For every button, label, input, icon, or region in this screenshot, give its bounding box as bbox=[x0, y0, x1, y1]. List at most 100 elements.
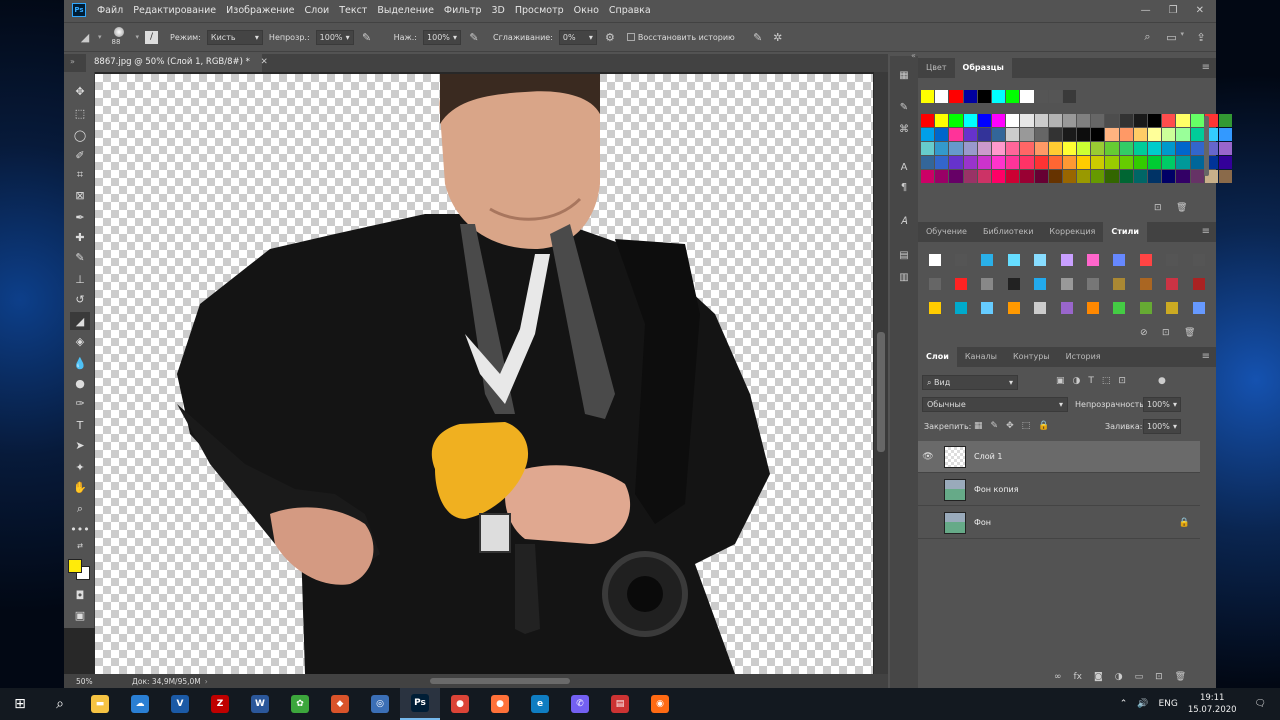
swatch[interactable] bbox=[949, 142, 963, 155]
swatch[interactable] bbox=[991, 170, 1006, 183]
menu-item-view[interactable]: Просмотр bbox=[510, 5, 569, 16]
dodge-tool-icon[interactable]: ● bbox=[70, 374, 90, 392]
style-preset[interactable] bbox=[1080, 272, 1105, 295]
swatch[interactable] bbox=[963, 128, 977, 141]
swatch[interactable] bbox=[1148, 142, 1162, 155]
document-canvas[interactable] bbox=[95, 74, 873, 674]
filter-smart-object-icon[interactable]: ⊡ bbox=[1118, 376, 1126, 386]
menu-item-type[interactable]: Текст bbox=[334, 5, 372, 16]
horizontal-scroll-thumb[interactable] bbox=[430, 678, 570, 684]
swatch[interactable] bbox=[1190, 128, 1204, 141]
filter-toggle-icon[interactable]: ● bbox=[1158, 376, 1166, 386]
swatch[interactable] bbox=[1119, 142, 1133, 155]
pen-tool-icon[interactable]: ✑ bbox=[70, 394, 90, 412]
lock-artboard-icon[interactable]: ⬚ bbox=[1022, 421, 1031, 431]
swatch[interactable] bbox=[1119, 170, 1133, 183]
panel-menu-icon[interactable]: ≡ bbox=[1202, 351, 1210, 362]
swatch[interactable] bbox=[935, 114, 949, 127]
swatch[interactable] bbox=[1062, 128, 1077, 141]
swatch[interactable] bbox=[1105, 170, 1119, 183]
collapse-icon[interactable]: « bbox=[911, 51, 916, 60]
taskbar-app-viber[interactable]: ✆ bbox=[560, 688, 600, 720]
chevron-down-icon[interactable]: ▾ bbox=[98, 33, 102, 41]
new-layer-icon[interactable]: ⊡ bbox=[1155, 672, 1163, 682]
swatch[interactable] bbox=[1048, 128, 1062, 141]
style-preset[interactable] bbox=[1107, 248, 1132, 271]
swatch[interactable] bbox=[977, 142, 991, 155]
taskbar-app-word[interactable]: W bbox=[240, 688, 280, 720]
style-preset[interactable] bbox=[1001, 248, 1026, 271]
filter-shape-icon[interactable]: ⬚ bbox=[1102, 376, 1111, 386]
swatch[interactable] bbox=[1176, 142, 1190, 155]
swatch[interactable] bbox=[1077, 156, 1091, 169]
layer-row[interactable]: Фон копия bbox=[918, 474, 1200, 506]
paint-bucket-tool-icon[interactable]: ◈ bbox=[70, 332, 90, 350]
swatch[interactable] bbox=[1020, 90, 1034, 103]
quick-select-tool-icon[interactable]: ✐ bbox=[70, 146, 90, 164]
swatch[interactable] bbox=[1062, 114, 1077, 127]
style-preset[interactable] bbox=[1054, 296, 1079, 319]
swatch[interactable] bbox=[1105, 114, 1119, 127]
swatch[interactable] bbox=[1190, 156, 1204, 169]
start-button[interactable]: ⊞ bbox=[0, 688, 40, 720]
close-tab-icon[interactable]: ✕ bbox=[261, 57, 268, 67]
filter-pixel-icon[interactable]: ▣ bbox=[1056, 376, 1065, 386]
swatch[interactable] bbox=[1048, 114, 1062, 127]
swatch[interactable] bbox=[1190, 170, 1204, 183]
swatch[interactable] bbox=[1062, 90, 1077, 103]
share-icon[interactable]: ⇪ bbox=[1194, 30, 1208, 44]
style-preset[interactable] bbox=[1001, 296, 1026, 319]
swatch[interactable] bbox=[1020, 156, 1034, 169]
swatch[interactable] bbox=[1006, 170, 1020, 183]
style-preset[interactable] bbox=[1001, 272, 1026, 295]
taskbar-app-app-orange[interactable]: ◉ bbox=[640, 688, 680, 720]
swatch[interactable] bbox=[1133, 170, 1147, 183]
swatch[interactable] bbox=[1034, 170, 1048, 183]
doc-size-info[interactable]: Док: 34,9M/95,0M bbox=[132, 677, 201, 686]
style-preset[interactable] bbox=[1186, 272, 1211, 295]
hand-tool-icon[interactable]: ✋ bbox=[70, 478, 90, 496]
opacity-select[interactable]: 100% ▾ bbox=[315, 29, 354, 45]
swatch[interactable] bbox=[1020, 170, 1034, 183]
restore-history-checkbox[interactable]: Восстановить историю bbox=[626, 33, 735, 42]
swatch[interactable] bbox=[1119, 156, 1133, 169]
clock[interactable]: 19:11 15.07.2020 bbox=[1188, 692, 1237, 716]
style-preset[interactable] bbox=[1186, 248, 1211, 271]
menu-item-edit[interactable]: Редактирование bbox=[128, 5, 221, 16]
swatch[interactable] bbox=[963, 170, 977, 183]
swatch[interactable] bbox=[921, 128, 935, 141]
frame-tool-icon[interactable]: ⊠ bbox=[70, 186, 90, 204]
swatch[interactable] bbox=[921, 90, 935, 103]
swatch[interactable] bbox=[1148, 114, 1162, 127]
style-preset[interactable] bbox=[922, 248, 947, 271]
style-preset[interactable] bbox=[975, 296, 1000, 319]
lock-icon[interactable]: 🔒 bbox=[1179, 518, 1190, 528]
add-mask-icon[interactable]: ◙ bbox=[1094, 672, 1103, 682]
history-brush-tool-icon[interactable]: ↺ bbox=[70, 290, 90, 308]
style-preset[interactable] bbox=[922, 296, 947, 319]
swatch[interactable] bbox=[1048, 142, 1062, 155]
taskbar-app-app-red[interactable]: ◆ bbox=[320, 688, 360, 720]
swatch[interactable] bbox=[1218, 142, 1233, 155]
swatch[interactable] bbox=[963, 90, 977, 103]
taskbar-app-app-chart[interactable]: ▤ bbox=[600, 688, 640, 720]
brush-panel-icon[interactable]: ✎ bbox=[897, 100, 911, 114]
swatch[interactable] bbox=[1176, 114, 1190, 127]
style-preset[interactable] bbox=[1080, 248, 1105, 271]
swatch[interactable] bbox=[935, 156, 949, 169]
workspace-icon[interactable]: ▭ bbox=[1164, 30, 1178, 44]
crop-tool-icon[interactable]: ⌗ bbox=[70, 166, 90, 184]
chevron-right-icon[interactable]: › bbox=[205, 677, 208, 686]
layer-filter-select[interactable]: ⌕ Вид ▾ bbox=[922, 375, 1018, 390]
swatch[interactable] bbox=[977, 128, 991, 141]
style-preset[interactable] bbox=[948, 248, 973, 271]
swatch[interactable] bbox=[1006, 142, 1020, 155]
brush-settings-icon[interactable]: / bbox=[145, 30, 159, 44]
swatch[interactable] bbox=[1077, 114, 1091, 127]
clear-style-icon[interactable]: ⊘ bbox=[1140, 328, 1148, 338]
brush-preset-picker[interactable]: 88 bbox=[108, 25, 130, 49]
swatch[interactable] bbox=[1190, 142, 1204, 155]
layer-style-icon[interactable]: fx bbox=[1074, 672, 1083, 682]
style-preset[interactable] bbox=[1133, 248, 1158, 271]
style-preset[interactable] bbox=[1160, 296, 1185, 319]
